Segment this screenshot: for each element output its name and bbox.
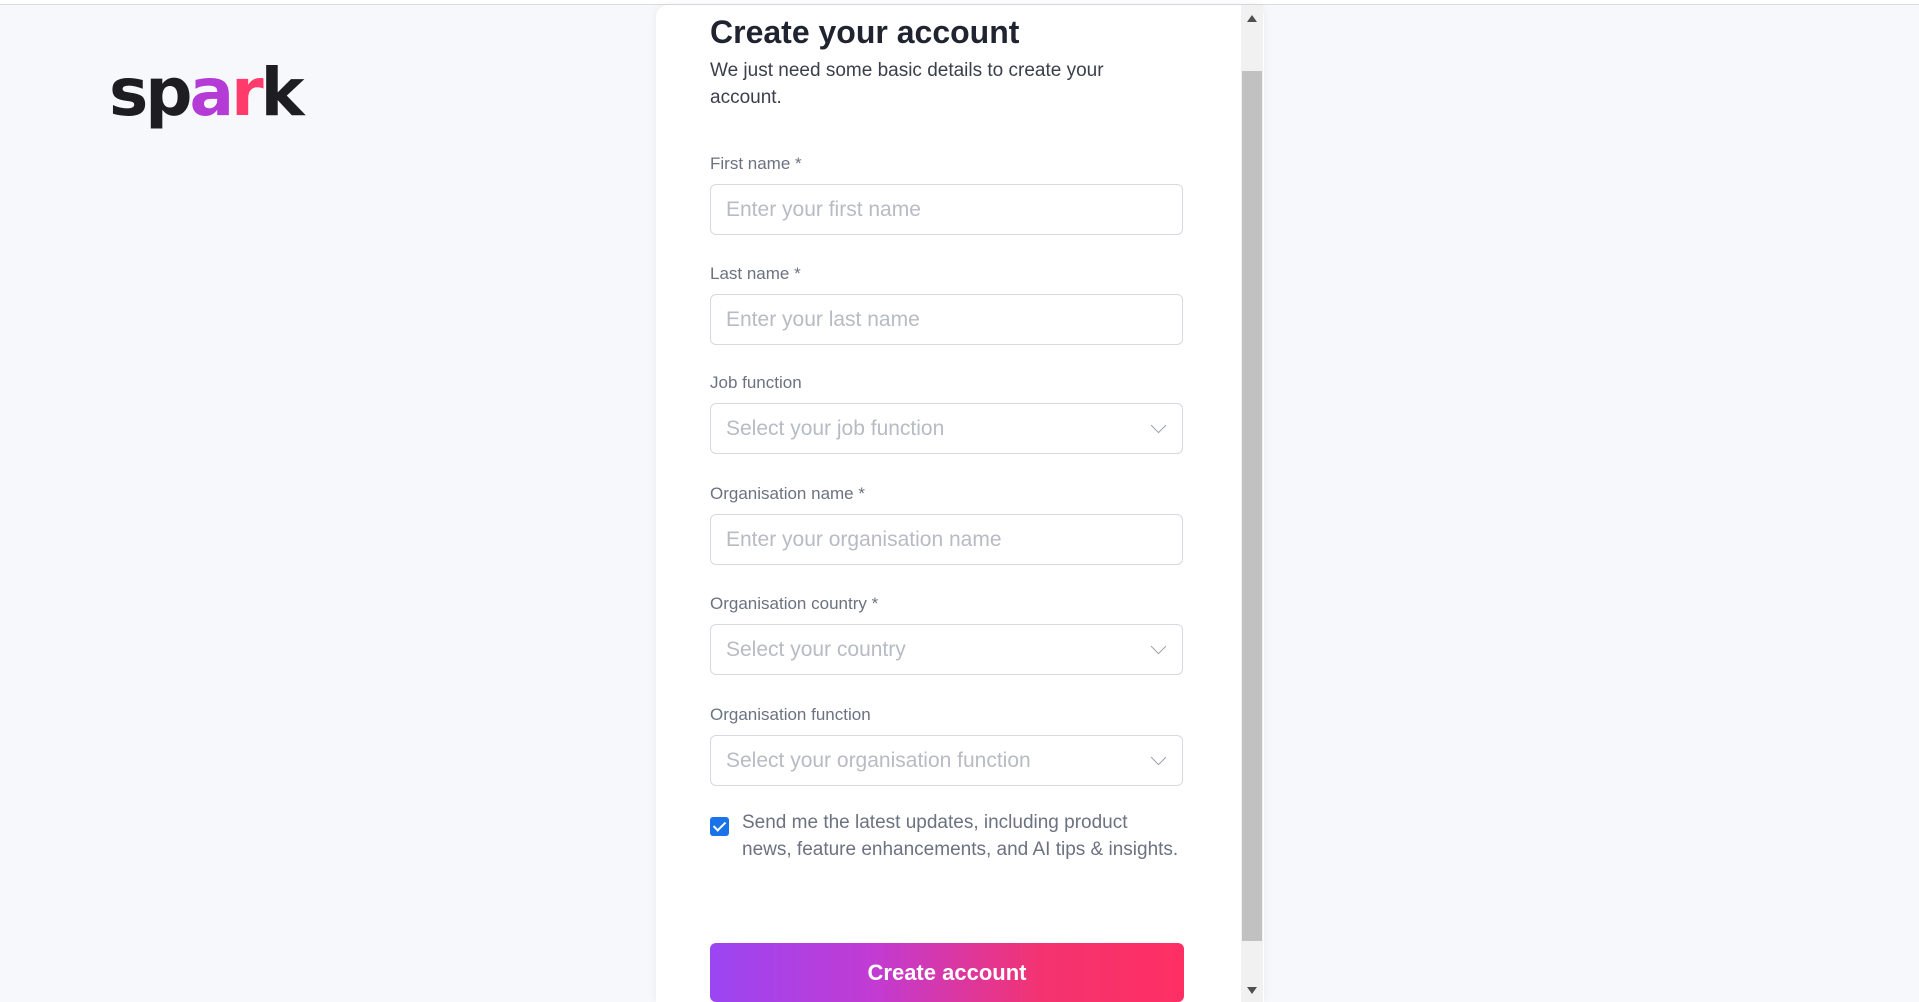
organisation-country-select[interactable]: Select your country xyxy=(710,624,1183,675)
scroll-up-arrow-icon[interactable] xyxy=(1247,15,1257,22)
first-name-input[interactable] xyxy=(711,185,1146,234)
scrollbar-thumb[interactable] xyxy=(1242,71,1262,941)
organisation-country-placeholder: Select your country xyxy=(726,637,906,661)
job-function-placeholder: Select your job function xyxy=(726,416,945,440)
chevron-down-icon xyxy=(1150,638,1167,655)
organisation-name-label: Organisation name * xyxy=(710,484,865,503)
job-function-select[interactable]: Select your job function xyxy=(710,403,1183,454)
create-account-button[interactable]: Create account xyxy=(710,943,1184,1002)
organisation-function-select[interactable]: Select your organisation function xyxy=(710,735,1183,786)
organisation-name-field[interactable] xyxy=(710,514,1183,565)
spark-logo: spark xyxy=(109,54,305,131)
page-subtitle: We just need some basic details to creat… xyxy=(710,60,1104,109)
scroll-down-arrow-icon[interactable] xyxy=(1247,987,1257,994)
last-name-field[interactable] xyxy=(710,294,1183,345)
job-function-label: Job function xyxy=(710,373,802,392)
signup-form: Create your account We just need some ba… xyxy=(710,13,1185,1002)
page-title: Create your account xyxy=(710,14,1020,50)
organisation-function-placeholder: Select your organisation function xyxy=(726,748,1031,772)
last-name-label: Last name * xyxy=(710,264,801,283)
last-name-input[interactable] xyxy=(711,295,1146,344)
first-name-field[interactable] xyxy=(710,184,1183,235)
chevron-down-icon xyxy=(1150,417,1167,434)
first-name-label: First name * xyxy=(710,154,802,173)
organisation-country-label: Organisation country * xyxy=(710,594,879,613)
updates-consent-text: Send me the latest updates, including pr… xyxy=(742,812,1179,860)
signup-card: Create your account We just need some ba… xyxy=(656,5,1264,1002)
organisation-function-label: Organisation function xyxy=(710,705,871,724)
scrollbar[interactable] xyxy=(1241,5,1263,1002)
updates-checkbox[interactable] xyxy=(710,817,729,836)
organisation-name-input[interactable] xyxy=(711,515,1146,564)
chevron-down-icon xyxy=(1150,749,1167,766)
